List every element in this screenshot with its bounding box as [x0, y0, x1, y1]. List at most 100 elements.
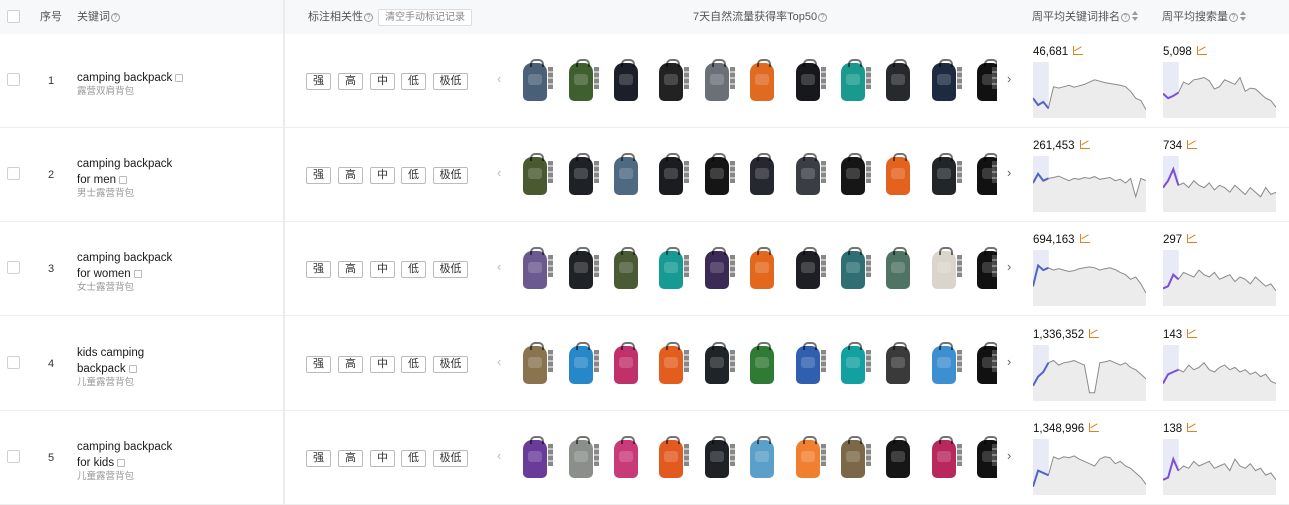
keyword-text[interactable]: camping backpack	[77, 70, 187, 86]
chevron-right-icon[interactable]: ›	[1007, 354, 1011, 369]
info-icon[interactable]: ?	[1121, 13, 1130, 22]
chevron-left-icon[interactable]: ‹	[497, 259, 501, 274]
product-thumbnail[interactable]	[742, 341, 780, 388]
relevance-option-button[interactable]: 低	[401, 261, 426, 279]
select-all-checkbox[interactable]	[7, 10, 20, 23]
keyword-text[interactable]: camping backpack for kids	[77, 439, 187, 471]
relevance-option-button[interactable]: 中	[370, 167, 395, 185]
relevance-option-button[interactable]: 高	[338, 449, 363, 467]
chevron-left-icon[interactable]: ‹	[497, 165, 501, 180]
info-icon[interactable]: ?	[818, 13, 828, 22]
product-thumbnail[interactable]	[878, 247, 916, 293]
product-thumbnail[interactable]	[788, 153, 826, 199]
product-thumbnail[interactable]	[515, 153, 553, 199]
sort-icon[interactable]	[1132, 11, 1139, 21]
chevron-left-icon[interactable]: ‹	[497, 448, 501, 463]
relevance-option-button[interactable]: 高	[338, 355, 363, 373]
row-checkbox[interactable]	[7, 167, 20, 181]
relevance-option-button[interactable]: 中	[370, 449, 395, 467]
relevance-option-button[interactable]: 高	[338, 167, 363, 185]
info-icon[interactable]: ?	[1229, 13, 1238, 22]
product-thumbnail[interactable]	[515, 247, 553, 293]
product-thumbnail[interactable]	[788, 59, 826, 105]
product-thumbnail[interactable]	[606, 247, 644, 293]
relevance-option-button[interactable]: 极低	[433, 73, 468, 90]
copy-icon[interactable]	[133, 270, 142, 279]
product-thumbnail[interactable]	[833, 247, 871, 293]
trend-chart-icon[interactable]	[1196, 46, 1207, 55]
chevron-right-icon[interactable]: ›	[1007, 71, 1011, 86]
product-thumbnail[interactable]	[742, 59, 780, 105]
product-thumbnail[interactable]	[924, 341, 962, 388]
relevance-option-button[interactable]: 强	[306, 261, 331, 279]
info-icon[interactable]: ?	[364, 13, 373, 22]
product-thumbnail[interactable]	[561, 153, 599, 199]
product-thumbnail[interactable]	[924, 247, 962, 293]
product-thumbnail[interactable]	[742, 435, 780, 482]
trend-chart-icon[interactable]	[1187, 234, 1198, 244]
keyword-text[interactable]: kids camping backpack	[77, 345, 187, 377]
relevance-option-button[interactable]: 强	[306, 167, 331, 185]
relevance-option-button[interactable]: 高	[338, 261, 363, 279]
product-thumbnail[interactable]	[561, 247, 599, 293]
product-thumbnail[interactable]	[833, 59, 871, 105]
product-thumbnail[interactable]	[878, 153, 916, 199]
product-thumbnail[interactable]	[833, 435, 871, 482]
keyword-text[interactable]: camping backpack for women	[77, 250, 187, 282]
trend-chart-icon[interactable]	[1187, 140, 1198, 150]
product-thumbnail[interactable]	[515, 341, 553, 388]
product-thumbnail[interactable]	[742, 153, 780, 199]
relevance-option-button[interactable]: 低	[401, 449, 426, 467]
product-thumbnail[interactable]	[697, 59, 735, 105]
product-thumbnail[interactable]	[697, 247, 735, 293]
product-thumbnail[interactable]	[924, 435, 962, 482]
chevron-right-icon[interactable]: ›	[1007, 259, 1011, 274]
chevron-left-icon[interactable]: ‹	[497, 71, 501, 86]
trend-chart-icon[interactable]	[1089, 422, 1100, 432]
product-thumbnail[interactable]	[924, 153, 962, 199]
relevance-option-button[interactable]: 高	[338, 73, 363, 90]
product-thumbnail[interactable]	[969, 435, 997, 482]
copy-icon[interactable]	[175, 74, 184, 82]
product-thumbnail[interactable]	[651, 341, 689, 388]
product-thumbnail[interactable]	[561, 341, 599, 388]
product-thumbnail[interactable]	[651, 435, 689, 482]
product-thumbnail[interactable]	[606, 435, 644, 482]
relevance-option-button[interactable]: 低	[401, 73, 426, 90]
product-thumbnail[interactable]	[833, 341, 871, 388]
chevron-left-icon[interactable]: ‹	[497, 354, 501, 369]
product-thumbnail[interactable]	[878, 59, 916, 105]
product-thumbnail[interactable]	[697, 341, 735, 388]
search-volume-column-header[interactable]: 周平均搜索量?	[1162, 0, 1247, 34]
row-checkbox[interactable]	[7, 261, 20, 275]
row-checkbox[interactable]	[7, 73, 20, 86]
product-thumbnail[interactable]	[742, 247, 780, 293]
product-thumbnail[interactable]	[788, 435, 826, 482]
relevance-option-button[interactable]: 中	[370, 355, 395, 373]
relevance-option-button[interactable]: 极低	[433, 449, 468, 467]
product-thumbnail[interactable]	[969, 247, 997, 293]
product-thumbnail[interactable]	[606, 59, 644, 105]
product-thumbnail[interactable]	[651, 153, 689, 199]
trend-chart-icon[interactable]	[1073, 46, 1084, 55]
product-thumbnail[interactable]	[651, 59, 689, 105]
product-thumbnail[interactable]	[788, 341, 826, 388]
row-checkbox[interactable]	[7, 449, 20, 463]
product-thumbnail[interactable]	[924, 59, 962, 105]
copy-icon[interactable]	[119, 176, 127, 185]
relevance-option-button[interactable]: 强	[306, 449, 331, 467]
product-thumbnail[interactable]	[515, 435, 553, 482]
trend-chart-icon[interactable]	[1187, 328, 1198, 338]
product-thumbnail[interactable]	[515, 59, 553, 105]
relevance-option-button[interactable]: 极低	[433, 167, 468, 185]
product-thumbnail[interactable]	[606, 153, 644, 199]
product-thumbnail[interactable]	[561, 435, 599, 482]
relevance-option-button[interactable]: 强	[306, 73, 331, 90]
relevance-option-button[interactable]: 极低	[433, 261, 468, 279]
relevance-option-button[interactable]: 低	[401, 355, 426, 373]
product-thumbnail[interactable]	[788, 247, 826, 293]
row-checkbox[interactable]	[7, 355, 20, 369]
product-thumbnail[interactable]	[833, 153, 871, 199]
product-thumbnail[interactable]	[651, 247, 689, 293]
copy-icon[interactable]	[128, 364, 137, 373]
